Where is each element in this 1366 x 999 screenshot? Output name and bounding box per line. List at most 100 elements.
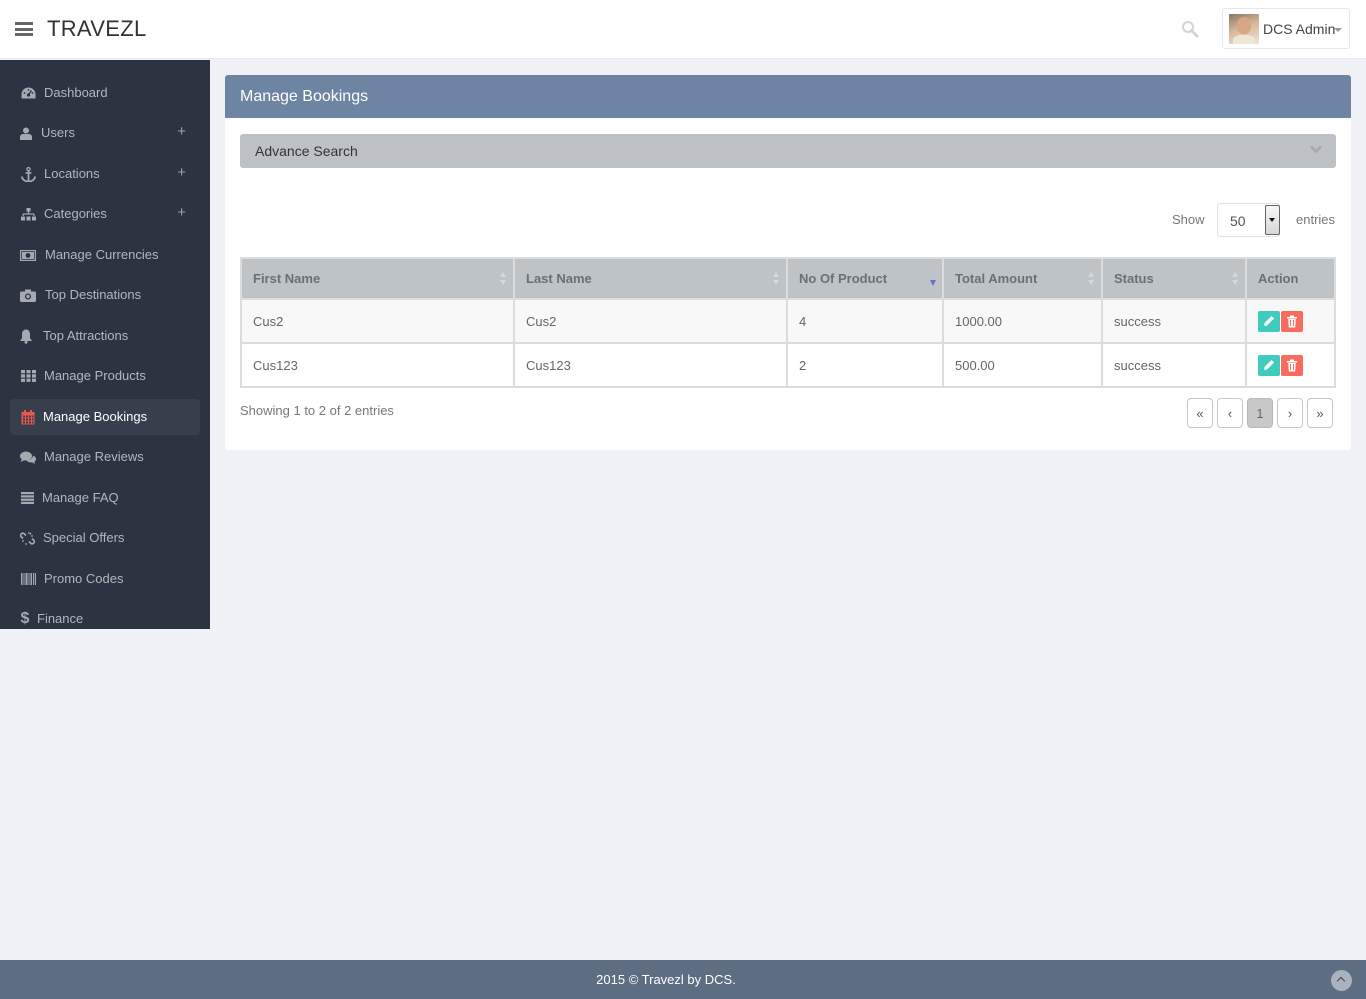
cell-action [1245, 342, 1336, 388]
list-icon [19, 490, 35, 506]
sidebar-item-promo-codes[interactable]: Promo Codes [10, 561, 200, 597]
sidebar: Dashboard Users + Locations + Categories… [0, 60, 210, 629]
user-menu[interactable]: DCS Admin [1222, 8, 1350, 49]
sidebar-item-label: Top Attractions [43, 328, 129, 343]
top-header: TRAVEZL DCS Admin [0, 0, 1366, 59]
cell-first-name: Cus123 [240, 342, 515, 388]
edit-button[interactable] [1258, 310, 1280, 332]
search-icon[interactable] [1181, 20, 1199, 38]
last-page-button[interactable]: » [1307, 398, 1333, 428]
table-info: Showing 1 to 2 of 2 entries [240, 403, 394, 418]
bookings-table: First Name Last Name No Of Product Total… [240, 257, 1336, 388]
column-header-first-name[interactable]: First Name [240, 257, 515, 300]
sidebar-item-manage-bookings[interactable]: Manage Bookings [10, 399, 200, 435]
sidebar-item-top-destinations[interactable]: Top Destinations [10, 277, 200, 313]
column-header-last-name[interactable]: Last Name [513, 257, 788, 300]
cell-total-amount: 500.00 [942, 342, 1103, 388]
camera-icon [20, 287, 36, 303]
sidebar-item-label: Special Offers [43, 530, 125, 545]
expand-icon[interactable]: + [177, 204, 186, 221]
user-icon [18, 125, 34, 141]
entries-label: entries [1296, 212, 1336, 227]
avatar [1229, 14, 1259, 44]
expand-icon[interactable]: + [177, 123, 186, 140]
sidebar-item-label: Promo Codes [44, 571, 124, 586]
page-title: Manage Bookings [240, 88, 369, 105]
table-header-row: First Name Last Name No Of Product Total… [240, 257, 1336, 300]
sidebar-item-label: Manage FAQ [42, 490, 119, 505]
menu-icon[interactable] [15, 22, 33, 36]
cell-action [1245, 298, 1336, 344]
sidebar-item-manage-products[interactable]: Manage Products [10, 358, 200, 394]
sidebar-item-label: Locations [44, 166, 100, 181]
user-name: DCS Admin [1263, 21, 1336, 37]
sidebar-item-finance[interactable]: $ Finance [10, 601, 200, 637]
sidebar-item-label: Manage Bookings [43, 409, 148, 424]
scroll-to-top-button[interactable] [1331, 970, 1352, 991]
delete-button[interactable] [1281, 354, 1303, 376]
sidebar-item-dashboard[interactable]: Dashboard [10, 75, 200, 111]
column-header-action: Action [1245, 257, 1336, 300]
cell-last-name: Cus2 [513, 298, 788, 344]
entries-per-page-select[interactable]: 50 [1217, 203, 1280, 237]
bell-icon [18, 328, 34, 344]
sidebar-item-label: Categories [44, 206, 107, 221]
cell-first-name: Cus2 [240, 298, 515, 344]
advance-search-toggle[interactable]: Advance Search [240, 134, 1336, 168]
cell-total-amount: 1000.00 [942, 298, 1103, 344]
sidebar-item-label: Users [41, 125, 75, 140]
sidebar-item-manage-currencies[interactable]: Manage Currencies [10, 237, 200, 273]
table-row: Cus2 Cus2 4 1000.00 success [240, 298, 1336, 344]
manage-bookings-panel: Manage Bookings Advance Search Show 50 e… [225, 75, 1351, 450]
footer-copyright: 2015 © Travezl by DCS. [596, 972, 736, 987]
dollar-icon: $ [20, 610, 30, 627]
sidebar-item-label: Manage Currencies [45, 247, 159, 262]
sidebar-item-label: Top Destinations [45, 287, 142, 302]
sitemap-icon [20, 206, 36, 222]
sidebar-item-manage-reviews[interactable]: Manage Reviews [10, 439, 200, 475]
table-row: Cus123 Cus123 2 500.00 success [240, 342, 1336, 388]
barcode-icon [20, 571, 36, 587]
cell-no-of-product: 2 [786, 342, 944, 388]
pagination: « ‹ 1 › » [1187, 398, 1333, 428]
chevron-down-icon [1310, 145, 1322, 154]
next-page-button[interactable]: › [1277, 398, 1303, 428]
calendar-icon [20, 409, 36, 425]
column-header-no-of-product[interactable]: No Of Product [786, 257, 944, 300]
sidebar-item-special-offers[interactable]: Special Offers [10, 520, 200, 556]
first-page-button[interactable]: « [1187, 398, 1213, 428]
show-label: Show [1172, 212, 1205, 227]
unlink-icon [19, 530, 35, 546]
sort-both-icon [1232, 272, 1239, 286]
footer: 2015 © Travezl by DCS. [0, 960, 1366, 999]
delete-button[interactable] [1281, 310, 1303, 332]
sidebar-item-locations[interactable]: Locations + [10, 156, 200, 192]
dashboard-icon [20, 85, 36, 101]
sidebar-item-top-attractions[interactable]: Top Attractions [10, 318, 200, 354]
grid-icon [20, 368, 36, 384]
page-1-button[interactable]: 1 [1247, 398, 1273, 428]
entries-value: 50 [1230, 213, 1246, 229]
sidebar-item-categories[interactable]: Categories + [10, 196, 200, 232]
cell-last-name: Cus123 [513, 342, 788, 388]
brand-logo[interactable]: TRAVEZL [47, 16, 147, 42]
trash-icon [1287, 315, 1297, 327]
caret-down-icon [1334, 28, 1342, 32]
expand-icon[interactable]: + [177, 164, 186, 181]
sidebar-item-users[interactable]: Users + [10, 115, 200, 151]
anchor-icon [20, 166, 36, 182]
edit-button[interactable] [1258, 354, 1280, 376]
sort-both-icon [1088, 272, 1095, 286]
sidebar-item-label: Manage Products [44, 368, 146, 383]
sidebar-item-label: Finance [37, 611, 84, 626]
dropdown-arrow-icon[interactable] [1265, 205, 1280, 235]
sort-desc-icon [930, 280, 936, 286]
trash-icon [1287, 359, 1297, 371]
cell-status: success [1101, 342, 1247, 388]
column-header-total-amount[interactable]: Total Amount [942, 257, 1103, 300]
column-header-status[interactable]: Status [1101, 257, 1247, 300]
sidebar-item-label: Dashboard [44, 85, 108, 100]
sidebar-item-manage-faq[interactable]: Manage FAQ [10, 480, 200, 516]
sort-both-icon [773, 272, 780, 286]
previous-page-button[interactable]: ‹ [1217, 398, 1243, 428]
